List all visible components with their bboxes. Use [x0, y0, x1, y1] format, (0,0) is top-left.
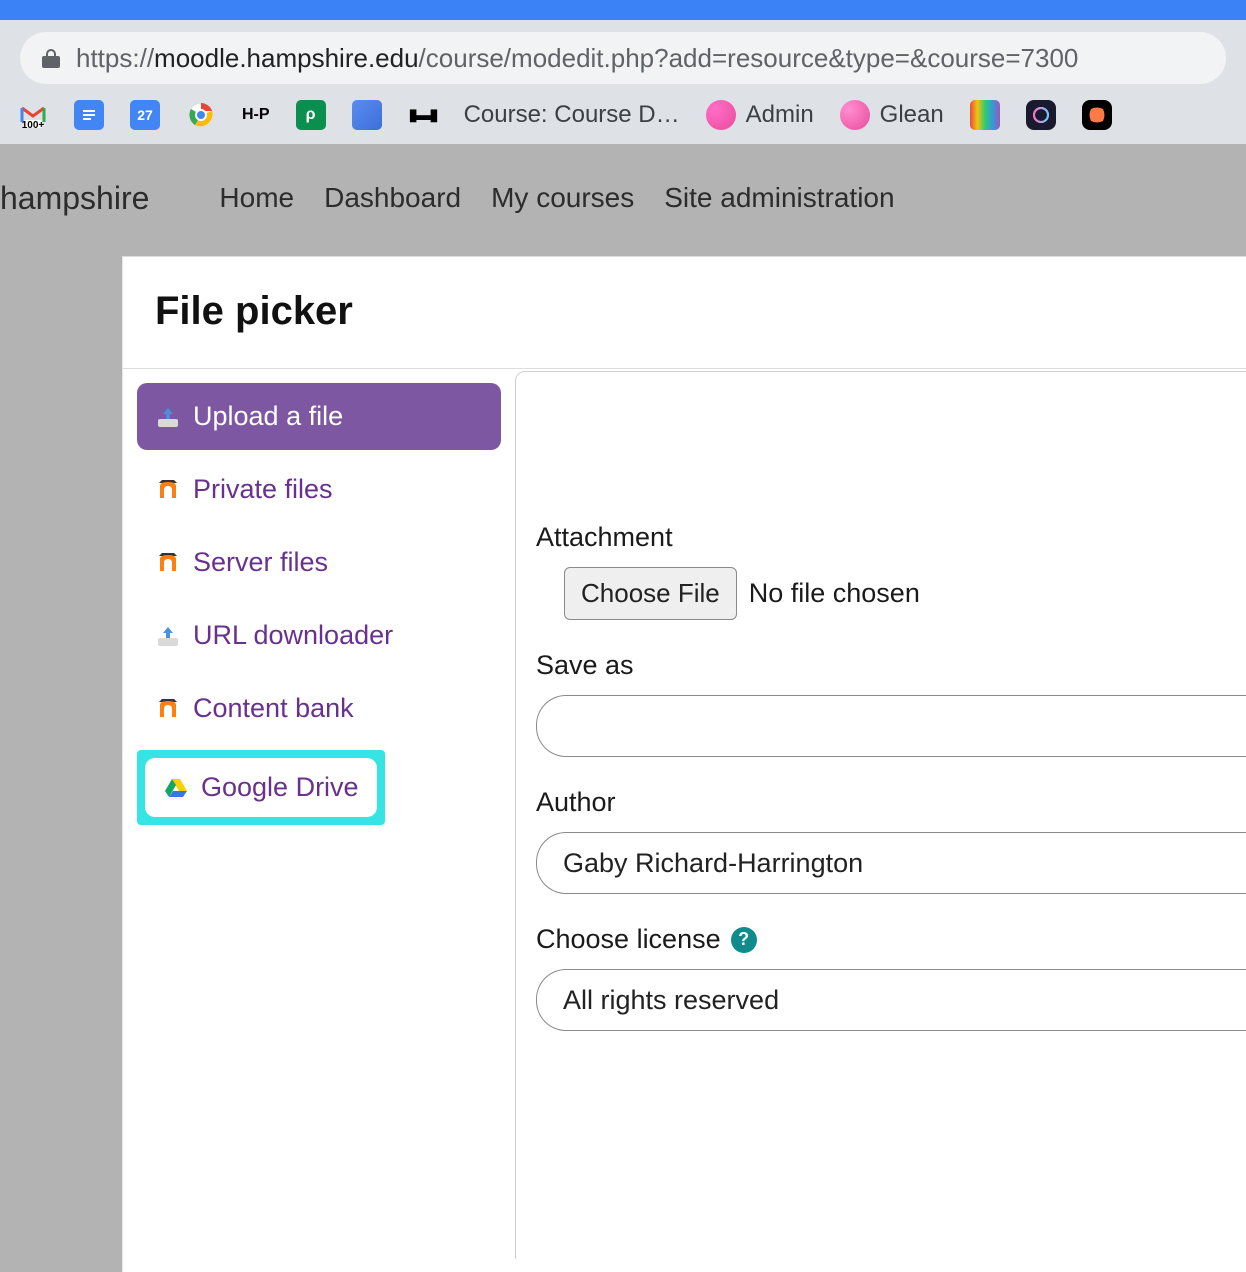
- bookmarks-bar: 100+ 27 H-P ρ ▮▬▮ Course: Course D… Admi…: [0, 94, 1246, 144]
- url-scheme: https://: [76, 43, 154, 73]
- repo-private-files[interactable]: Private files: [137, 456, 501, 523]
- circle-o-icon: [1026, 100, 1056, 130]
- bookmark-course-label: Course: Course D…: [464, 101, 680, 129]
- url-bar-container: https://moodle.hampshire.edu/course/mode…: [0, 20, 1246, 94]
- moodle-icon: [155, 477, 181, 503]
- docs-icon: [74, 100, 104, 130]
- repo-gdrive-label: Google Drive: [201, 772, 359, 803]
- nav-dashboard[interactable]: Dashboard: [324, 182, 461, 214]
- bookmark-chrome[interactable]: [186, 100, 216, 130]
- repo-url-label: URL downloader: [193, 620, 393, 651]
- download-icon: [155, 623, 181, 649]
- green-p-icon: ρ: [296, 100, 326, 130]
- bookmark-bars[interactable]: ▮▬▮: [408, 100, 438, 130]
- repo-contentbank-label: Content bank: [193, 693, 354, 724]
- bars-icon: ▮▬▮: [408, 100, 438, 130]
- url-host: moodle.hampshire.edu: [154, 43, 419, 73]
- attachment-label: Attachment: [536, 522, 1246, 553]
- bookmark-rainbow[interactable]: [970, 100, 1000, 130]
- nav-home[interactable]: Home: [219, 182, 294, 214]
- bookmark-glean[interactable]: Glean: [840, 100, 944, 130]
- help-icon[interactable]: ?: [731, 927, 757, 953]
- gmail-icon: 100+: [18, 100, 48, 130]
- browser-tab-strip: [0, 0, 1246, 20]
- repo-private-label: Private files: [193, 474, 333, 505]
- bookmark-circle[interactable]: [1026, 100, 1056, 130]
- bookmark-admin-label: Admin: [746, 101, 814, 129]
- repo-url-downloader[interactable]: URL downloader: [137, 602, 501, 669]
- license-label-text: Choose license: [536, 924, 721, 955]
- file-picker-modal: File picker Upload a file Private files …: [122, 256, 1246, 1272]
- repo-content-bank[interactable]: Content bank: [137, 675, 501, 742]
- rainbow-icon: [970, 100, 1000, 130]
- author-input[interactable]: [536, 832, 1246, 894]
- repo-upload-a-file[interactable]: Upload a file: [137, 383, 501, 450]
- bookmark-course[interactable]: Course: Course D…: [464, 101, 680, 129]
- license-select[interactable]: [536, 969, 1246, 1031]
- chrome-icon: [186, 100, 216, 130]
- pink-blob-icon: [706, 100, 736, 130]
- moodle-icon: [155, 550, 181, 576]
- license-field: Choose license ?: [536, 924, 1246, 1031]
- bookmark-blue-square[interactable]: [352, 100, 382, 130]
- repo-server-files[interactable]: Server files: [137, 529, 501, 596]
- repo-upload-label: Upload a file: [193, 401, 343, 432]
- author-label: Author: [536, 787, 1246, 818]
- h5p-icon: H-P: [242, 100, 270, 130]
- bookmark-admin[interactable]: Admin: [706, 100, 814, 130]
- bookmark-gmail[interactable]: 100+: [18, 100, 48, 130]
- calendar-icon: 27: [130, 100, 160, 130]
- file-picker-body: Upload a file Private files Server files…: [123, 368, 1246, 1259]
- saveas-label: Save as: [536, 650, 1246, 681]
- gdrive-icon: [163, 775, 189, 801]
- brand[interactable]: hampshire: [0, 180, 189, 217]
- repo-server-label: Server files: [193, 547, 328, 578]
- nav-my-courses[interactable]: My courses: [491, 182, 634, 214]
- choose-file-button[interactable]: Choose File: [564, 567, 737, 620]
- highlight-annotation: Google Drive: [137, 750, 385, 825]
- author-field: Author: [536, 787, 1246, 894]
- bookmark-calendar[interactable]: 27: [130, 100, 160, 130]
- pink-blob2-icon: [840, 100, 870, 130]
- lock-icon: [42, 48, 60, 68]
- svg-text:100+: 100+: [22, 120, 45, 130]
- black-shape-icon: [1082, 100, 1112, 130]
- upload-form-panel: Attachment Choose File No file chosen Sa…: [515, 371, 1246, 1259]
- bookmark-green[interactable]: ρ: [296, 100, 326, 130]
- page-background: hampshire Home Dashboard My courses Site…: [0, 144, 1246, 252]
- repo-list: Upload a file Private files Server files…: [123, 369, 515, 1259]
- top-nav: hampshire Home Dashboard My courses Site…: [0, 144, 1246, 252]
- saveas-input[interactable]: [536, 695, 1246, 757]
- url-text: https://moodle.hampshire.edu/course/mode…: [76, 43, 1078, 74]
- bookmark-docs[interactable]: [74, 100, 104, 130]
- no-file-chosen-text: No file chosen: [749, 578, 920, 609]
- bookmark-black[interactable]: [1082, 100, 1112, 130]
- bookmark-glean-label: Glean: [880, 101, 944, 129]
- nav-site-admin[interactable]: Site administration: [664, 182, 894, 214]
- license-label: Choose license ?: [536, 924, 1246, 955]
- repo-google-drive[interactable]: Google Drive: [145, 758, 377, 817]
- blue-square-icon: [352, 100, 382, 130]
- file-picker-title: File picker: [123, 257, 1246, 368]
- url-bar[interactable]: https://moodle.hampshire.edu/course/mode…: [20, 32, 1226, 84]
- moodle-icon: [155, 696, 181, 722]
- attachment-field: Attachment Choose File No file chosen: [536, 522, 1246, 620]
- url-path: /course/modedit.php?add=resource&type=&c…: [419, 43, 1079, 73]
- upload-icon: [155, 404, 181, 430]
- bookmark-h5p[interactable]: H-P: [242, 100, 270, 130]
- saveas-field: Save as: [536, 650, 1246, 757]
